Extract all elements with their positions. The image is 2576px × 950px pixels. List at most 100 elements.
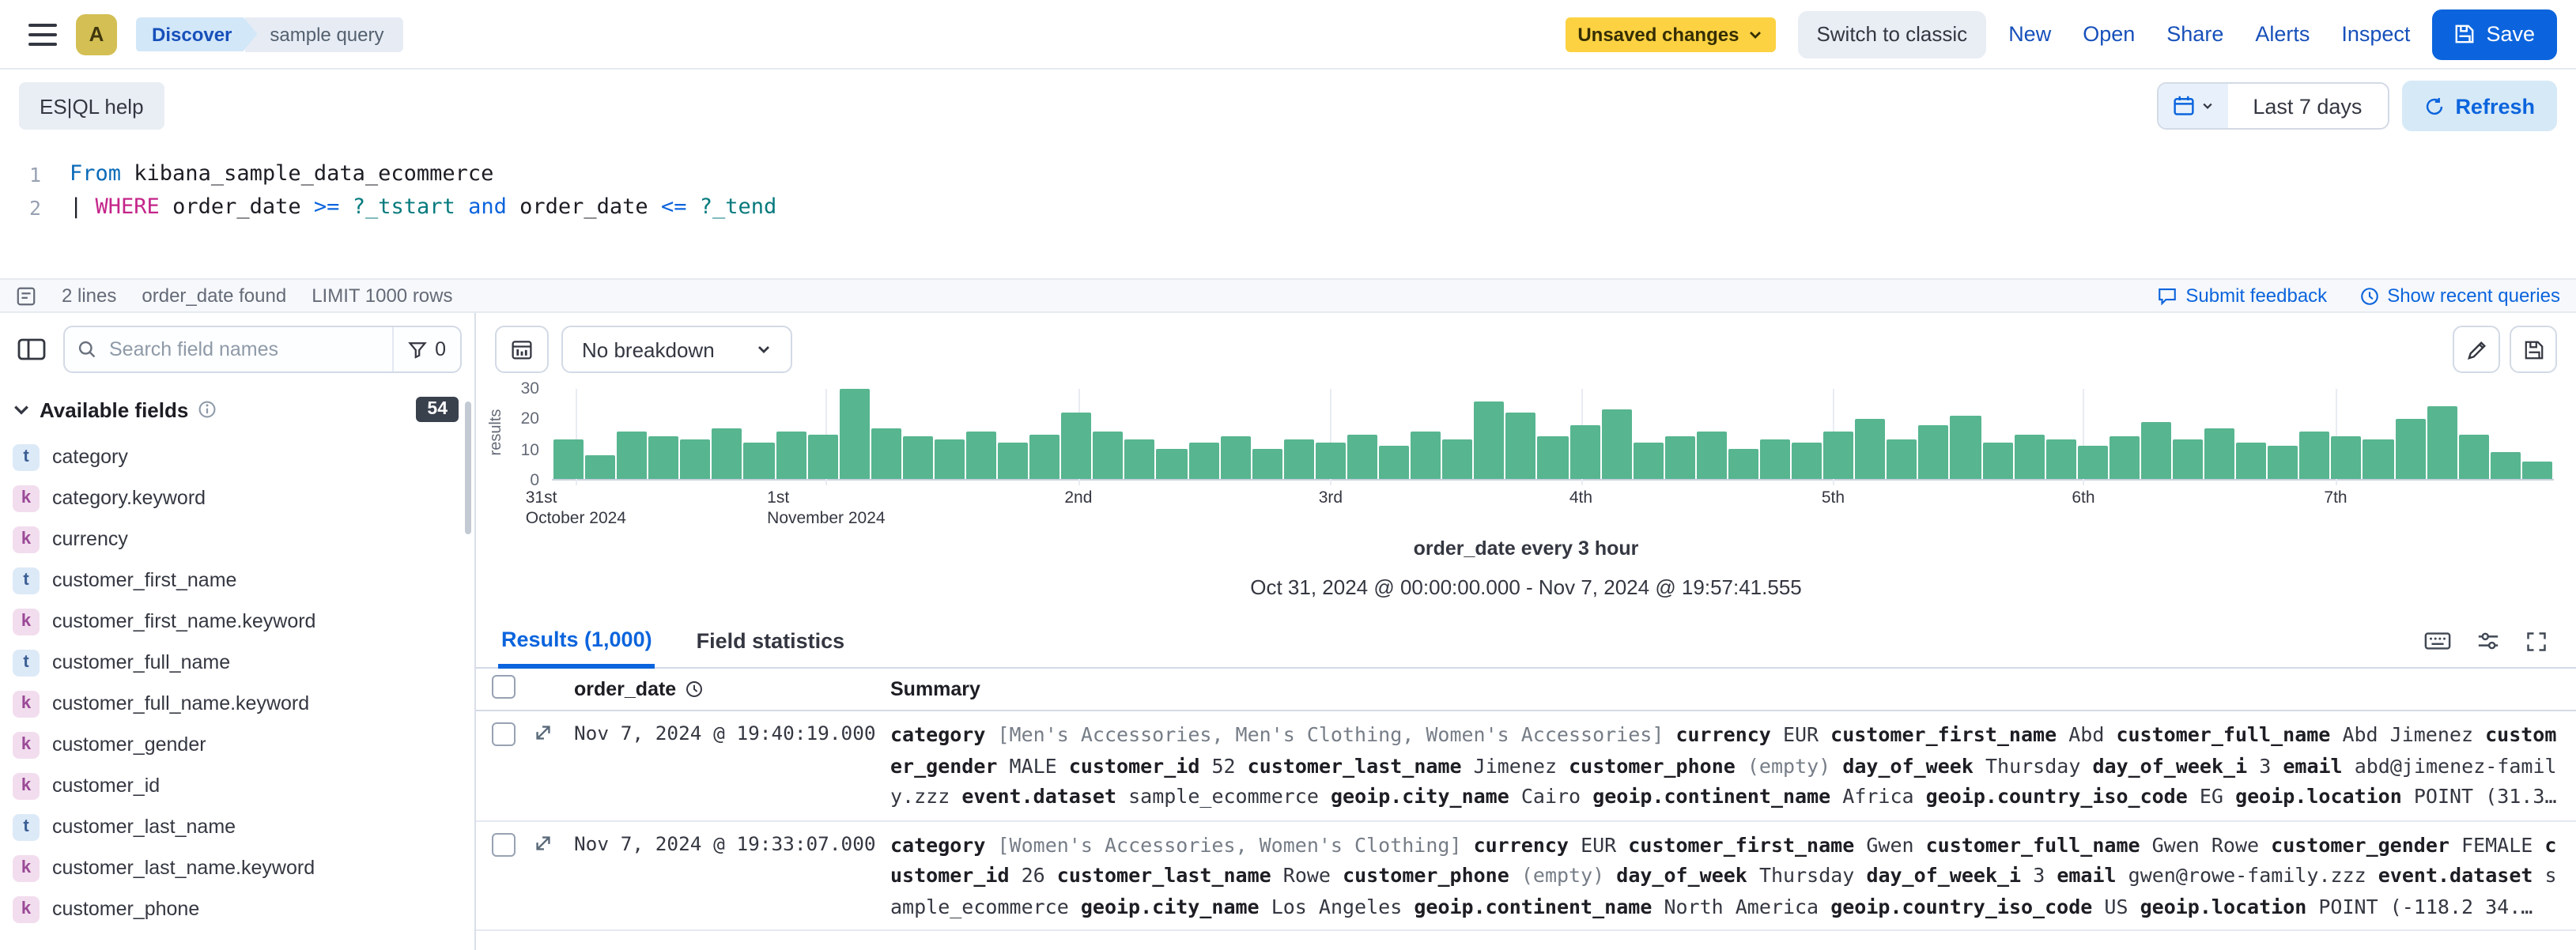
histogram-bar[interactable] [2363, 440, 2393, 479]
histogram-bar[interactable] [1062, 413, 1092, 479]
collapse-sidebar-icon[interactable] [13, 330, 51, 368]
tab-results[interactable]: Results (1,000) [498, 615, 655, 669]
breadcrumb-app[interactable]: Discover [136, 17, 257, 51]
histogram-bar[interactable] [2014, 434, 2044, 479]
row-checkbox[interactable] [492, 832, 516, 856]
histogram-bar[interactable] [2427, 407, 2457, 479]
histogram-bar[interactable] [1792, 443, 1822, 479]
histogram-bar[interactable] [1347, 434, 1377, 479]
histogram-bar[interactable] [2141, 422, 2171, 479]
histogram-bar[interactable] [2522, 461, 2552, 479]
histogram-bar[interactable] [1411, 431, 1441, 479]
histogram-bar[interactable] [1188, 443, 1218, 479]
query-line[interactable]: 1From kibana_sample_data_ecommerce [0, 158, 2576, 191]
histogram-bar[interactable] [1125, 440, 1155, 479]
breakdown-select[interactable]: No breakdown [561, 326, 792, 373]
header-link-open[interactable]: Open [2083, 22, 2135, 46]
field-search-input[interactable] [106, 337, 383, 362]
histogram-bar[interactable] [966, 431, 996, 479]
field-item-category.keyword[interactable]: kcategory.keyword [0, 477, 474, 518]
histogram-bar[interactable] [1601, 410, 1631, 479]
histogram-bar[interactable] [1887, 440, 1917, 479]
menu-icon[interactable] [28, 23, 57, 45]
keyboard-shortcuts-icon[interactable] [2424, 629, 2451, 653]
histogram-bar[interactable] [1475, 401, 1505, 479]
header-link-inspect[interactable]: Inspect [2341, 22, 2410, 46]
histogram-bar[interactable] [1760, 440, 1790, 479]
histogram-bar[interactable] [1316, 443, 1346, 479]
histogram-bar[interactable] [1982, 443, 2012, 479]
histogram-bar[interactable] [585, 455, 615, 479]
histogram-bar[interactable] [871, 428, 901, 479]
histogram-bar[interactable] [2458, 434, 2488, 479]
histogram-bar[interactable] [1379, 446, 1409, 479]
cell-summary[interactable]: category [Men's Accessories, Men's Cloth… [890, 719, 2557, 812]
space-avatar[interactable]: A [76, 13, 117, 55]
histogram-bar[interactable] [2173, 440, 2203, 479]
histogram-bar[interactable] [1506, 413, 1536, 479]
fullscreen-icon[interactable] [2525, 630, 2548, 652]
tab-field-statistics[interactable]: Field statistics [693, 615, 848, 667]
histogram-bar[interactable] [1919, 425, 1949, 479]
histogram-bar[interactable] [1664, 437, 1694, 479]
histogram-bar[interactable] [998, 443, 1028, 479]
switch-to-classic-button[interactable]: Switch to classic [1797, 10, 1986, 58]
histogram-bar[interactable] [1220, 437, 1250, 479]
histogram-bar[interactable] [1538, 437, 1568, 479]
histogram-bar[interactable] [1823, 431, 1853, 479]
field-item-customer_first_name[interactable]: tcustomer_first_name [0, 560, 474, 601]
available-fields-header[interactable]: Available fields 54 [0, 373, 474, 436]
histogram-bar[interactable] [2078, 446, 2108, 479]
histogram-bar[interactable] [839, 389, 869, 479]
histogram-bar[interactable] [776, 431, 806, 479]
header-link-share[interactable]: Share [2166, 22, 2223, 46]
field-item-customer_first_name.keyword[interactable]: kcustomer_first_name.keyword [0, 601, 474, 642]
histogram-bar[interactable] [2045, 440, 2076, 479]
histogram-bar[interactable] [2395, 419, 2425, 479]
expand-document-icon[interactable] [533, 722, 574, 743]
cell-order-date[interactable]: Nov 7, 2024 @ 19:40:19.000 [574, 719, 890, 749]
histogram-bar[interactable] [648, 437, 678, 479]
quick-select-button[interactable] [2158, 84, 2227, 128]
histogram-bar[interactable] [744, 443, 774, 479]
time-range-value[interactable]: Last 7 days [2227, 94, 2387, 118]
histogram-bar[interactable] [1252, 449, 1282, 479]
histogram-bar[interactable] [1029, 434, 1059, 479]
histogram-bar[interactable] [2110, 437, 2140, 479]
expand-document-icon[interactable] [533, 832, 574, 853]
display-options-icon[interactable] [2476, 629, 2500, 653]
cell-order-date[interactable]: Nov 7, 2024 @ 19:33:07.000 [574, 829, 890, 859]
esql-help-button[interactable]: ES|QL help [19, 82, 164, 130]
field-item-currency[interactable]: kcurrency [0, 518, 474, 560]
query-line[interactable]: 2| WHERE order_date >= ?_tstart and orde… [0, 191, 2576, 224]
edit-visualization-button[interactable] [2453, 326, 2500, 373]
histogram-bar[interactable] [807, 434, 837, 479]
histogram-bar[interactable] [1697, 431, 1727, 479]
select-all-checkbox[interactable] [492, 675, 516, 699]
histogram-bar[interactable] [712, 428, 742, 479]
breadcrumb-page[interactable]: sample query [244, 17, 402, 51]
histogram-bar[interactable] [1284, 440, 1314, 479]
field-item-category[interactable]: tcategory [0, 436, 474, 477]
recent-queries-link[interactable]: Show recent queries [2359, 285, 2560, 307]
histogram-bar[interactable] [1951, 416, 1981, 479]
histogram-bar[interactable] [2236, 443, 2266, 479]
histogram-bar[interactable] [2491, 452, 2521, 479]
histogram-bar[interactable] [1633, 443, 1663, 479]
refresh-button[interactable]: Refresh [2401, 81, 2557, 131]
header-link-alerts[interactable]: Alerts [2255, 22, 2310, 46]
sidebar-scrollbar[interactable] [465, 401, 471, 534]
save-visualization-button[interactable] [2510, 326, 2557, 373]
field-item-customer_phone[interactable]: kcustomer_phone [0, 888, 474, 929]
histogram-bar[interactable] [681, 440, 711, 479]
chart-options-button[interactable] [495, 326, 549, 373]
histogram-bar[interactable] [1855, 419, 1885, 479]
histogram-bar[interactable] [2268, 446, 2298, 479]
histogram-bar[interactable] [553, 440, 584, 479]
histogram-bar[interactable] [2332, 437, 2362, 479]
save-button[interactable]: Save [2432, 9, 2557, 59]
cell-summary[interactable]: category [Women's Accessories, Women's C… [890, 829, 2557, 922]
order-date-column-header[interactable]: order_date [574, 678, 676, 700]
info-icon[interactable] [198, 400, 217, 419]
histogram-bar[interactable] [903, 437, 933, 479]
